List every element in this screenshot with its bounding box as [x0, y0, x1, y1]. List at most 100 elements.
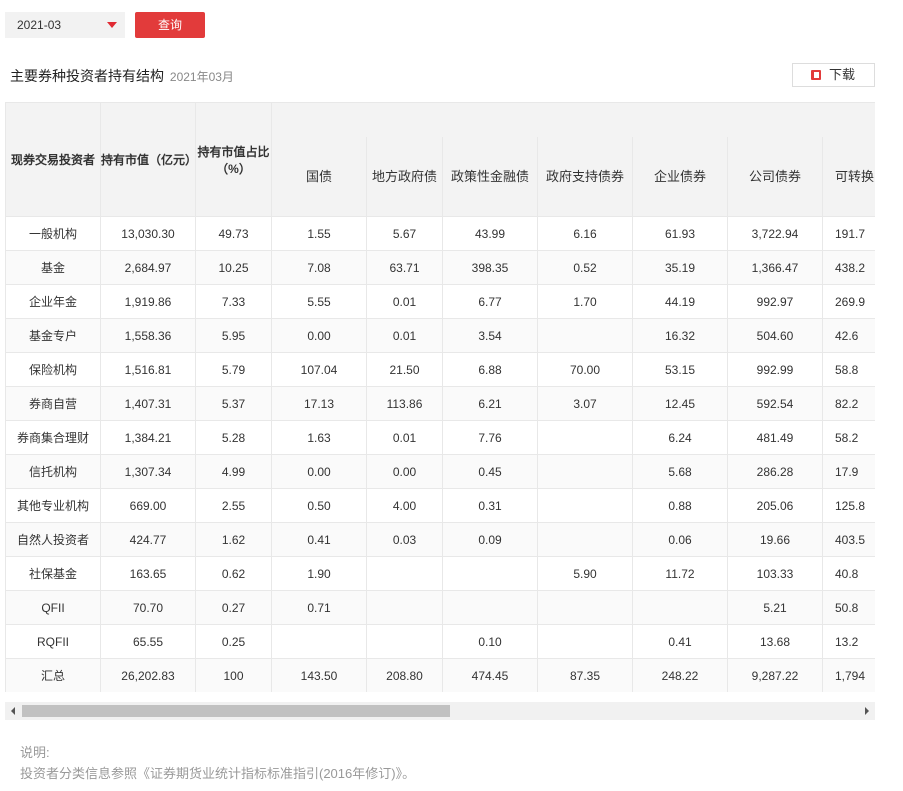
- value-cell: 5.55: [271, 284, 367, 319]
- value-cell: 0.45: [442, 454, 538, 489]
- date-select[interactable]: 2021-03: [5, 12, 125, 38]
- value-cell: [537, 488, 633, 523]
- value-cell: 44.19: [632, 284, 728, 319]
- value-cell: 1.63: [271, 420, 367, 455]
- value-cell: 50.8: [821, 590, 875, 625]
- value-cell: 438.2: [821, 250, 875, 285]
- value-cell: [537, 420, 633, 455]
- value-cell: 474.45: [442, 658, 538, 692]
- value-cell: [366, 624, 443, 659]
- value-cell: 1,366.47: [727, 250, 823, 285]
- value-cell: 4.00: [366, 488, 443, 523]
- value-cell: 992.99: [727, 352, 823, 387]
- download-button[interactable]: 下载: [792, 63, 875, 87]
- download-label: 下载: [829, 67, 856, 82]
- value-cell: 0.10: [442, 624, 538, 659]
- value-cell: 269.9: [821, 284, 875, 319]
- value-cell: 992.97: [727, 284, 823, 319]
- scrollbar-thumb[interactable]: [22, 705, 450, 717]
- value-cell: 7.33: [195, 284, 272, 319]
- value-cell: 0.27: [195, 590, 272, 625]
- scroll-right-icon[interactable]: [865, 707, 869, 715]
- value-cell: 286.28: [727, 454, 823, 489]
- value-cell: 592.54: [727, 386, 823, 421]
- investor-type-cell: 其他专业机构: [5, 488, 101, 523]
- horizontal-scrollbar[interactable]: [5, 702, 875, 720]
- value-cell: 58.2: [821, 420, 875, 455]
- value-cell: 1,919.86: [100, 284, 196, 319]
- column-header: 持有市值占比（%）: [195, 102, 272, 217]
- value-cell: 42.6: [821, 318, 875, 353]
- investor-type-cell: 汇总: [5, 658, 101, 692]
- value-cell: 6.88: [442, 352, 538, 387]
- value-cell: 4.99: [195, 454, 272, 489]
- table-row: 一般机构 13,030.30 49.73 1.55 5.67 43.99 6.16 61.93…: [5, 216, 875, 251]
- value-cell: 3.07: [537, 386, 633, 421]
- value-cell: 5.68: [632, 454, 728, 489]
- value-cell: 0.71: [271, 590, 367, 625]
- value-cell: 0.41: [271, 522, 367, 557]
- value-cell: 5.90: [537, 556, 633, 591]
- value-cell: 0.25: [195, 624, 272, 659]
- value-cell: 1,516.81: [100, 352, 196, 387]
- value-cell: 0.00: [271, 454, 367, 489]
- value-cell: [537, 590, 633, 625]
- value-cell: 6.77: [442, 284, 538, 319]
- title-text: 主要券种投资者持有结构: [10, 68, 164, 84]
- value-cell: 3,722.94: [727, 216, 823, 251]
- value-cell: 87.35: [537, 658, 633, 692]
- value-cell: 5.79: [195, 352, 272, 387]
- value-cell: [366, 590, 443, 625]
- value-cell: 5.28: [195, 420, 272, 455]
- value-cell: 7.08: [271, 250, 367, 285]
- value-cell: 0.00: [271, 318, 367, 353]
- value-cell: 21.50: [366, 352, 443, 387]
- value-cell: 0.06: [632, 522, 728, 557]
- value-cell: 163.65: [100, 556, 196, 591]
- value-cell: 0.50: [271, 488, 367, 523]
- value-cell: 9,287.22: [727, 658, 823, 692]
- table-row: 汇总 26,202.83 100 143.50 208.80 474.45 87.35 248…: [5, 658, 875, 692]
- value-cell: 107.04: [271, 352, 367, 387]
- value-cell: [537, 454, 633, 489]
- table-row: 基金 2,684.97 10.25 7.08 63.71 398.35 0.52 35.19 1…: [5, 250, 875, 285]
- investor-type-cell: 一般机构: [5, 216, 101, 251]
- table-row: 基金专户 1,558.36 5.95 0.00 0.01 3.54 16.32 504.60 4…: [5, 318, 875, 353]
- investor-type-cell: 企业年金: [5, 284, 101, 319]
- value-cell: 248.22: [632, 658, 728, 692]
- value-cell: 6.21: [442, 386, 538, 421]
- value-cell: 0.03: [366, 522, 443, 557]
- value-cell: 3.54: [442, 318, 538, 353]
- value-cell: 1,407.31: [100, 386, 196, 421]
- investor-type-cell: 基金: [5, 250, 101, 285]
- value-cell: 125.8: [821, 488, 875, 523]
- investor-type-cell: 券商自营: [5, 386, 101, 421]
- page-title: 主要券种投资者持有结构 2021年03月: [10, 66, 234, 86]
- value-cell: 1,794: [821, 658, 875, 692]
- value-cell: 0.00: [366, 454, 443, 489]
- table-row: 企业年金 1,919.86 7.33 5.55 0.01 6.77 1.70 44.19 992…: [5, 284, 875, 319]
- value-cell: 1,558.36: [100, 318, 196, 353]
- table-row: RQFII 65.55 0.25 0.10 0.41 13.68 13.2: [5, 624, 875, 659]
- value-cell: 1.55: [271, 216, 367, 251]
- investor-type-cell: 社保基金: [5, 556, 101, 591]
- query-button[interactable]: 查询: [135, 12, 205, 38]
- notes: 说明: 投资者分类信息参照《证券期货业统计指标标准指引(2016年修订)》。: [20, 742, 415, 784]
- table-row: 信托机构 1,307.34 4.99 0.00 0.00 0.45 5.68 286.28 17…: [5, 454, 875, 489]
- value-cell: 2.55: [195, 488, 272, 523]
- value-cell: 17.13: [271, 386, 367, 421]
- table-row: QFII 70.70 0.27 0.71 5.21 50.8: [5, 590, 875, 625]
- value-cell: 5.21: [727, 590, 823, 625]
- value-cell: 49.73: [195, 216, 272, 251]
- value-cell: 65.55: [100, 624, 196, 659]
- value-cell: 424.77: [100, 522, 196, 557]
- investor-type-cell: QFII: [5, 590, 101, 625]
- value-cell: 10.25: [195, 250, 272, 285]
- scroll-left-icon[interactable]: [11, 707, 15, 715]
- investor-type-cell: 券商集合理财: [5, 420, 101, 455]
- column-header: 持有市值（亿元）: [100, 102, 197, 217]
- notes-text: 投资者分类信息参照《证券期货业统计指标标准指引(2016年修订)》。: [20, 766, 416, 781]
- value-cell: 0.41: [632, 624, 728, 659]
- value-cell: 58.8: [821, 352, 875, 387]
- column-header: 可转换: [821, 137, 875, 217]
